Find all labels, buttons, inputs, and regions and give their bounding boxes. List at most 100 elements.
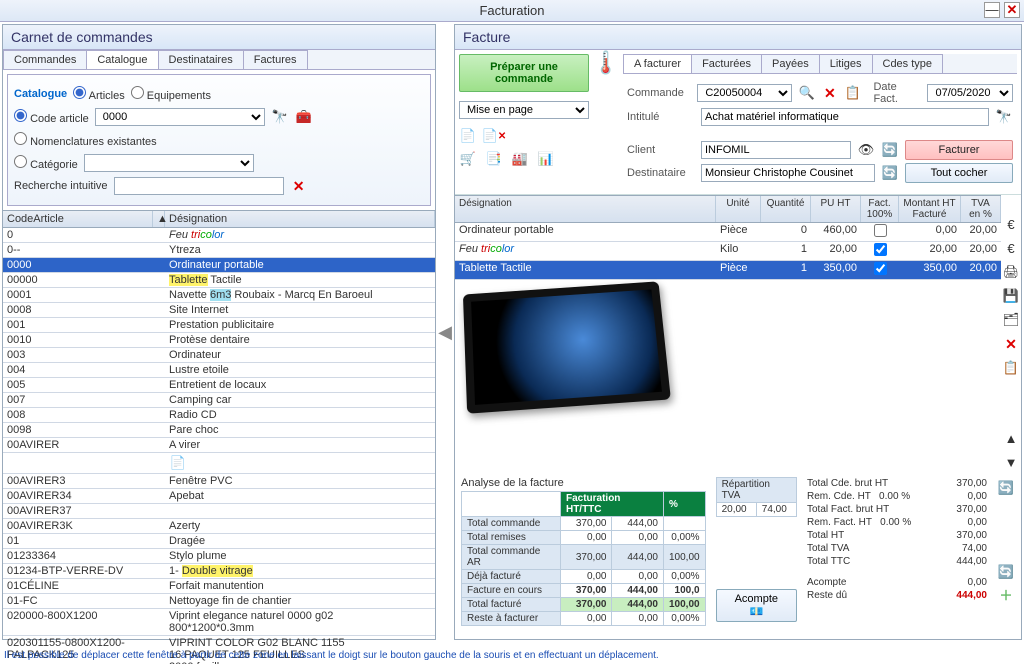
catalogue-row[interactable]: 004Lustre etoile bbox=[3, 363, 435, 378]
radio-articles[interactable] bbox=[73, 86, 86, 99]
catalogue-row[interactable]: 00AVIRER34Apebat bbox=[3, 489, 435, 504]
clear-search-icon[interactable]: ✕ bbox=[290, 177, 308, 195]
tab-catalogue[interactable]: Catalogue bbox=[86, 50, 158, 69]
client-input[interactable] bbox=[701, 141, 851, 159]
invoice-row[interactable]: Tablette TactilePièce1350,00350,0020,00 bbox=[455, 261, 1001, 280]
invoice-row[interactable]: Feu tricolorKilo120,0020,0020,00 bbox=[455, 242, 1001, 261]
product-image bbox=[463, 281, 671, 413]
invoice-grid[interactable]: Ordinateur portablePièce0460,000,0020,00… bbox=[455, 223, 1001, 280]
search-icon[interactable]: 🔍 bbox=[798, 84, 815, 102]
catalogue-row[interactable]: 00000Tablette Tactile bbox=[3, 273, 435, 288]
commande-select[interactable]: C20050004 bbox=[697, 84, 792, 102]
splitter[interactable]: ◀ bbox=[438, 22, 452, 642]
tab-litiges[interactable]: Litiges bbox=[819, 54, 873, 73]
binoculars2-icon[interactable]: 🔭 bbox=[995, 108, 1013, 126]
catalogue-row[interactable]: 00AVIRERA virer bbox=[3, 438, 435, 453]
doc-add-icon[interactable]: 📄 bbox=[459, 127, 477, 145]
catalogue-row[interactable]: 0Feu tricolor bbox=[3, 228, 435, 243]
refresh-tot-icon[interactable]: 🔄 bbox=[997, 479, 1015, 497]
tab-facturées[interactable]: Facturées bbox=[691, 54, 762, 73]
factory-icon[interactable]: 🏭 bbox=[511, 150, 529, 168]
catalogue-row[interactable]: 0098Pare choc bbox=[3, 423, 435, 438]
euro-icon[interactable]: € bbox=[1002, 215, 1020, 233]
window-close[interactable]: ✕ bbox=[1004, 2, 1020, 18]
chart-icon[interactable]: 📊 bbox=[537, 150, 555, 168]
catalogue-row[interactable]: 008Radio CD bbox=[3, 408, 435, 423]
catalogue-row[interactable]: 0000Ordinateur portable bbox=[3, 258, 435, 273]
catalogue-row[interactable]: 0008Site Internet bbox=[3, 303, 435, 318]
tab-destinataires[interactable]: Destinataires bbox=[158, 50, 244, 69]
up-arrow-icon[interactable]: ▲ bbox=[1002, 429, 1020, 447]
clipboard-icon[interactable]: 📋 bbox=[1002, 359, 1020, 377]
opt-code-article[interactable] bbox=[14, 109, 27, 122]
tab-factures[interactable]: Factures bbox=[243, 50, 308, 69]
tools-icon[interactable]: 🧰 bbox=[295, 108, 313, 126]
invoice-title: Facture bbox=[455, 25, 1021, 50]
catalogue-row[interactable]: 01233364Stylo plume bbox=[3, 549, 435, 564]
catalogue-row[interactable]: 020000-800X1200Viprint elegance naturel … bbox=[3, 609, 435, 636]
cart-icon[interactable]: 🛒 bbox=[459, 150, 477, 168]
binoculars-icon[interactable]: 🔭 bbox=[271, 108, 289, 126]
doc-delete-icon[interactable]: 📄✕ bbox=[485, 127, 503, 145]
down-arrow-icon[interactable]: ▼ bbox=[1002, 453, 1020, 471]
facturer-button[interactable]: Facturer bbox=[905, 140, 1013, 160]
window-minimize[interactable]: — bbox=[984, 2, 1000, 18]
intitule-input[interactable] bbox=[701, 108, 989, 126]
catalogue-row[interactable]: 0--Ytreza bbox=[3, 243, 435, 258]
catalogue-row[interactable]: 005Entretient de locaux bbox=[3, 378, 435, 393]
catalogue-row[interactable]: 00AVIRER3KAzerty bbox=[3, 519, 435, 534]
code-article-select[interactable]: 0000 bbox=[95, 108, 265, 126]
date-fact-select[interactable]: 07/05/2020 bbox=[927, 84, 1013, 102]
schedule-icon[interactable]: 📑 bbox=[485, 150, 503, 168]
catalogue-grid-header: CodeArticle ▲ Désignation bbox=[3, 210, 435, 228]
destinataire-input[interactable] bbox=[701, 164, 875, 182]
totals-box: Total Cde. brut HT370,00Rem. Cde. HT 0.0… bbox=[807, 477, 987, 602]
refresh-icon[interactable]: 🔄 bbox=[881, 141, 899, 159]
catalogue-row[interactable]: 0001Navette 6m3 Roubaix - Marcq En Baroe… bbox=[3, 288, 435, 303]
acompte-button[interactable]: Acompte 💶 bbox=[716, 589, 797, 622]
opt-categorie[interactable] bbox=[14, 155, 27, 168]
catalogue-row[interactable]: 📄 bbox=[3, 453, 435, 474]
tab-payées[interactable]: Payées bbox=[761, 54, 820, 73]
opt-nomenclatures[interactable] bbox=[14, 132, 27, 145]
save-icon[interactable]: 💾 bbox=[1002, 287, 1020, 305]
catalogue-row[interactable]: 01234-BTP-VERRE-DV1- Double vitrage bbox=[3, 564, 435, 579]
tout-cocher-button[interactable]: Tout cocher bbox=[905, 163, 1013, 183]
print-icon[interactable]: 🖨 bbox=[1002, 263, 1020, 281]
catalogue-row[interactable]: 0010Protèse dentaire bbox=[3, 333, 435, 348]
recherche-label: Recherche intuitive bbox=[14, 180, 108, 192]
card-icon[interactable]: 🗂 bbox=[1002, 311, 1020, 329]
euro2-icon[interactable]: € bbox=[1002, 239, 1020, 257]
prepare-order-button[interactable]: Préparer une commande bbox=[459, 54, 589, 92]
radio-equipements[interactable] bbox=[131, 86, 144, 99]
recherche-input[interactable] bbox=[114, 177, 284, 195]
tab-a-facturer[interactable]: A facturer bbox=[623, 54, 692, 73]
delete-line-icon[interactable]: ✕ bbox=[1002, 335, 1020, 353]
orders-panel: Carnet de commandes CommandesCatalogueDe… bbox=[2, 24, 436, 640]
doc-row-icon: 📄 bbox=[169, 454, 187, 472]
eye-icon[interactable]: 👁 bbox=[857, 141, 875, 159]
catalogue-row[interactable]: 01-FCNettoyage fin de chantier bbox=[3, 594, 435, 609]
catalogue-grid[interactable]: 0Feu tricolor0--Ytreza0000Ordinateur por… bbox=[3, 228, 435, 664]
catalogue-row[interactable]: 001Prestation publicitaire bbox=[3, 318, 435, 333]
invoice-row[interactable]: Ordinateur portablePièce0460,000,0020,00 bbox=[455, 223, 1001, 242]
catalogue-row[interactable]: 00AVIRER37 bbox=[3, 504, 435, 519]
catalogue-row[interactable]: 007Camping car bbox=[3, 393, 435, 408]
fact-checkbox[interactable] bbox=[874, 224, 887, 237]
catalogue-row[interactable]: 01CÉLINEForfait manutention bbox=[3, 579, 435, 594]
categorie-select[interactable] bbox=[84, 154, 254, 172]
fact-checkbox[interactable] bbox=[874, 243, 887, 256]
window-titlebar: Facturation — ✕ bbox=[0, 0, 1024, 22]
fact-checkbox[interactable] bbox=[874, 262, 887, 275]
delete-cmd-icon[interactable]: ✕ bbox=[821, 84, 838, 102]
refresh-tva-icon[interactable]: 🔄 bbox=[997, 563, 1015, 581]
tab-cdes-type[interactable]: Cdes type bbox=[872, 54, 944, 73]
tab-commandes[interactable]: Commandes bbox=[3, 50, 87, 69]
catalogue-row[interactable]: 00AVIRER3Fenêtre PVC bbox=[3, 474, 435, 489]
mise-en-page-select[interactable]: Mise en page bbox=[459, 101, 589, 119]
catalogue-row[interactable]: 003Ordinateur bbox=[3, 348, 435, 363]
catalogue-row[interactable]: 01Dragée bbox=[3, 534, 435, 549]
copy-cmd-icon[interactable]: 📋 bbox=[844, 84, 861, 102]
add-icon[interactable]: ＋ bbox=[997, 585, 1015, 603]
refresh2-icon[interactable]: 🔄 bbox=[881, 164, 899, 182]
